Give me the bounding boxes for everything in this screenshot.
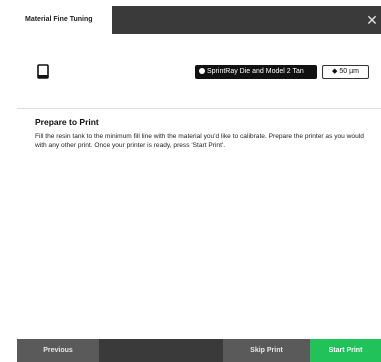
start-print-button[interactable]: Start Print bbox=[310, 339, 381, 362]
printer-icon bbox=[37, 64, 49, 79]
layers-icon: ◆ bbox=[332, 68, 338, 75]
resin-material-chip[interactable]: SprintRay Die and Model 2 Tan bbox=[195, 65, 317, 79]
previous-button[interactable]: Previous bbox=[17, 339, 99, 362]
layer-thickness-chip[interactable]: ◆ 50 µm bbox=[322, 65, 369, 79]
dialog-footer: Previous Skip Print Start Print bbox=[17, 339, 381, 362]
dialog-tab-bar: Material Fine Tuning ✕ bbox=[17, 6, 381, 34]
skip-print-button[interactable]: Skip Print bbox=[223, 339, 310, 362]
resin-material-label: SprintRay Die and Model 2 Tan bbox=[207, 68, 304, 75]
device-info-row: SprintRay Die and Model 2 Tan ◆ 50 µm bbox=[17, 34, 381, 108]
instructions-panel: Prepare to Print Fill the resin tank to … bbox=[17, 109, 381, 339]
step-heading: Prepare to Print bbox=[35, 117, 99, 127]
resin-indicator-icon bbox=[199, 68, 205, 74]
step-instructions: Fill the resin tank to the minimum fill … bbox=[35, 133, 364, 149]
layer-thickness-label: 50 µm bbox=[339, 68, 359, 75]
material-fine-tuning-dialog: Material Fine Tuning ✕ SprintRay Die and… bbox=[17, 6, 381, 362]
close-icon[interactable]: ✕ bbox=[363, 6, 381, 34]
tab-material-fine-tuning[interactable]: Material Fine Tuning bbox=[17, 6, 112, 34]
